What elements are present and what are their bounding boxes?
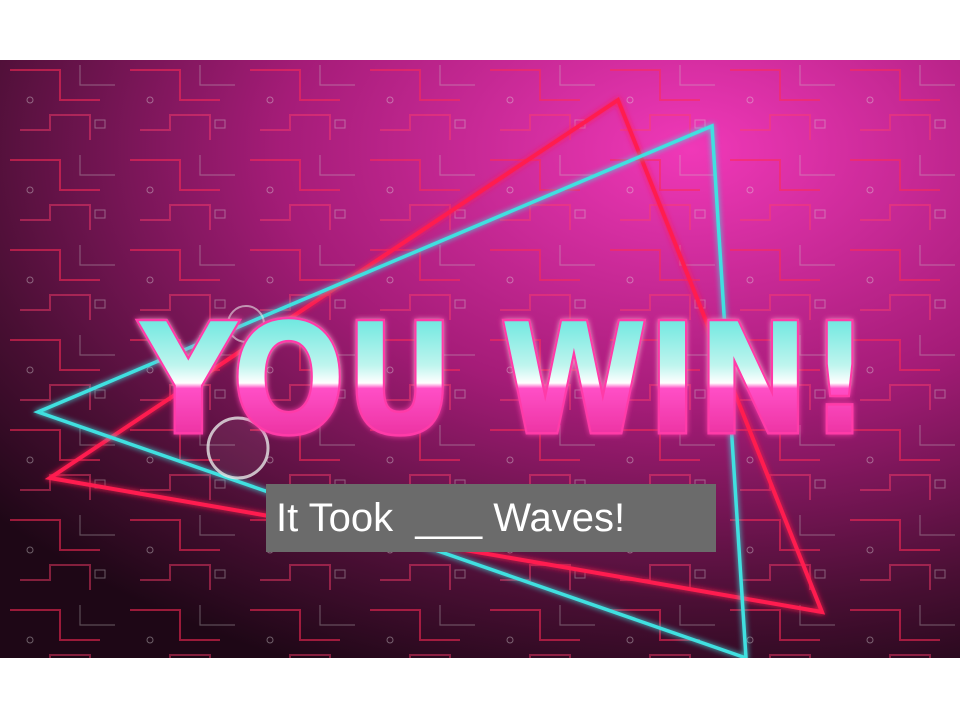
caption-box: It Took ___ Waves! (266, 484, 716, 552)
win-artwork: YOU WIN! (0, 60, 960, 658)
waves-caption: It Took ___ Waves! (276, 495, 626, 540)
win-banner: YOU WIN! (0, 60, 960, 658)
you-win-headline: YOU WIN! (138, 291, 870, 468)
